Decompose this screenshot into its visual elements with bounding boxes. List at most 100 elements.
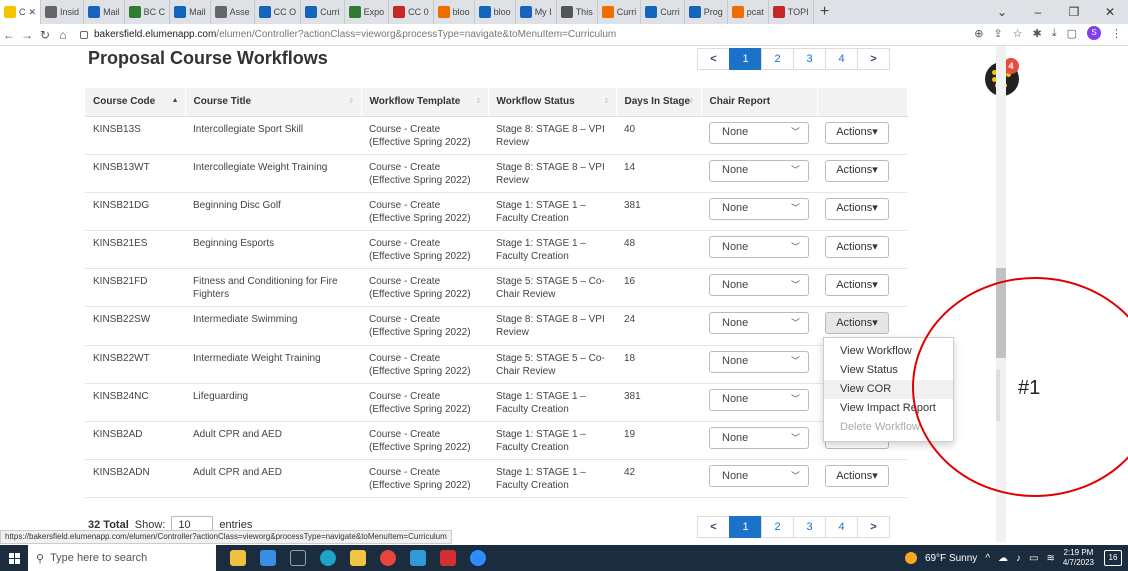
acrobat-icon[interactable] (440, 550, 456, 566)
actions-button[interactable]: Actions ▾ (825, 236, 889, 259)
chair-report-select[interactable]: None ﹀ (709, 427, 809, 449)
pagination-next-button[interactable]: > (857, 48, 890, 70)
minimize-icon[interactable]: – (1020, 5, 1056, 19)
column-header[interactable]: Course Code ▲ (85, 88, 186, 117)
home-icon[interactable]: ⌂ (54, 28, 72, 42)
browser-tab[interactable]: CC 0 (389, 0, 434, 24)
course-code-cell: KINSB22WT (85, 345, 185, 384)
tray-chevron-icon[interactable]: ^ (985, 553, 990, 564)
chair-report-select[interactable]: None ﹀ (709, 465, 809, 488)
browser-tab[interactable]: This (557, 0, 598, 24)
browser-tab[interactable]: CC O (255, 0, 302, 24)
workflow-status-cell: Stage 8: STAGE 8 – VPI Review (488, 116, 616, 155)
forward-icon[interactable]: → (18, 28, 36, 42)
edge-browser-icon[interactable] (320, 550, 336, 566)
back-icon[interactable]: ← (0, 28, 18, 42)
chair-report-select[interactable]: None ﹀ (709, 388, 809, 411)
maximize-icon[interactable]: ❐ (1056, 5, 1092, 19)
tab-favicon-icon (478, 6, 491, 18)
chair-report-select[interactable]: None ﹀ (709, 121, 809, 144)
pagination-page-button[interactable]: 1 (729, 48, 762, 70)
browser-tab[interactable]: TOPI (769, 0, 814, 24)
actions-button[interactable]: Actions ▾ (825, 159, 889, 182)
tab-search-icon[interactable]: ⌄ (984, 5, 1020, 19)
chair-report-select[interactable]: None ﹀ (709, 197, 809, 220)
reload-icon[interactable]: ↻ (36, 28, 54, 42)
pagination-page-button[interactable]: 1 (729, 516, 762, 538)
column-header[interactable]: Course Title ⇕ (185, 88, 362, 117)
weather-text[interactable]: 69°F Sunny (925, 553, 977, 564)
pagination-page-button[interactable]: 4 (825, 516, 858, 538)
new-tab-button[interactable]: + (814, 3, 836, 21)
actions-button[interactable]: Actions ▾ (825, 121, 889, 144)
browser-tab[interactable]: Asse (211, 0, 255, 24)
browser-tab[interactable]: Curri (301, 0, 345, 24)
start-button[interactable] (0, 552, 28, 564)
browser-tab[interactable]: pcat (728, 0, 769, 24)
file-explorer-icon[interactable] (350, 550, 366, 566)
pagination-prev-button[interactable]: < (697, 48, 730, 70)
chair-report-select[interactable]: None ﹀ (709, 159, 809, 182)
notification-center-icon[interactable]: 16 (1104, 550, 1122, 566)
taskbar-app-icon[interactable] (410, 550, 426, 566)
browser-tab[interactable]: Mail (84, 0, 125, 24)
column-header[interactable]: Workflow Template ⇕ (361, 88, 489, 117)
tab-favicon-icon (645, 6, 658, 18)
share-icon[interactable]: ⇪ (993, 27, 1002, 40)
actions-button[interactable]: Actions ▾ (825, 274, 889, 297)
menu-item-view-cor[interactable]: View COR (824, 380, 953, 399)
browser-tab[interactable]: Curri (598, 0, 642, 24)
page-scrollbar-thumb[interactable] (996, 268, 1006, 358)
zoom-app-icon[interactable] (470, 550, 486, 566)
taskbar-app-icon[interactable] (260, 550, 276, 566)
url-field[interactable]: bakersfield.elumenapp.com/elumen/Control… (80, 26, 960, 44)
taskbar-search[interactable]: ⚲ Type here to search (28, 545, 216, 571)
side-panel-icon[interactable]: ▢ (1067, 27, 1077, 40)
zoom-icon[interactable]: ⊕ (974, 27, 983, 40)
browser-tab[interactable]: BC C (125, 0, 171, 24)
pagination-next-button[interactable]: > (857, 516, 890, 538)
menu-item-view-impact-report[interactable]: View Impact Report (824, 399, 953, 418)
profile-avatar[interactable]: S (1087, 26, 1101, 40)
browser-tab[interactable]: Expo (345, 0, 390, 24)
pagination-page-button[interactable]: 3 (793, 48, 826, 70)
actions-button[interactable]: Actions ▾ (825, 465, 889, 488)
browser-tab[interactable]: Prog (685, 0, 728, 24)
close-window-icon[interactable]: ✕ (1092, 5, 1128, 19)
browser-tab[interactable]: bloo (475, 0, 516, 24)
volume-icon[interactable]: ♪ (1016, 553, 1021, 564)
task-view-icon[interactable] (290, 550, 306, 566)
chrome-browser-icon[interactable] (380, 550, 396, 566)
chair-report-select[interactable]: None ﹀ (709, 236, 809, 259)
browser-tab[interactable]: Mail (170, 0, 211, 24)
tab-close-icon[interactable]: ✕ (29, 7, 37, 18)
download-icon[interactable]: ⤓ (1052, 27, 1057, 40)
column-header[interactable]: Workflow Status ⇕ (488, 88, 617, 117)
actions-button[interactable]: Actions ▾ (825, 312, 889, 335)
pagination-page-button[interactable]: 2 (761, 48, 794, 70)
browser-tab[interactable]: Curri (641, 0, 685, 24)
pagination-prev-button[interactable]: < (697, 516, 730, 538)
chair-report-select[interactable]: None ﹀ (709, 312, 809, 335)
browser-tab[interactable]: My I (516, 0, 557, 24)
onedrive-icon[interactable]: ☁ (998, 553, 1008, 564)
menu-item-view-status[interactable]: View Status (824, 361, 953, 380)
chair-report-select[interactable]: None ﹀ (709, 274, 809, 297)
browser-menu-icon[interactable]: ⋮ (1111, 27, 1122, 40)
battery-icon[interactable]: ▭ (1029, 553, 1038, 564)
pagination-page-button[interactable]: 4 (825, 48, 858, 70)
menu-item-view-workflow[interactable]: View Workflow (824, 342, 953, 361)
chair-report-select[interactable]: None ﹀ (709, 350, 809, 373)
browser-tab[interactable]: C ✕ (0, 0, 42, 24)
wifi-icon[interactable]: ≋ (1046, 553, 1054, 564)
browser-tab[interactable]: bloo (434, 0, 475, 24)
pagination-page-button[interactable]: 3 (793, 516, 826, 538)
actions-button[interactable]: Actions ▾ (825, 197, 889, 220)
taskbar-app-icon[interactable] (230, 550, 246, 566)
pagination-page-button[interactable]: 2 (761, 516, 794, 538)
column-header[interactable]: Days In Stage ⇕ (616, 88, 702, 117)
extensions-icon[interactable]: ✱ (1033, 27, 1042, 40)
clock[interactable]: 2:19 PM 4/7/2023 (1063, 548, 1094, 568)
bookmark-star-icon[interactable]: ☆ (1013, 27, 1023, 40)
browser-tab[interactable]: Insid (41, 0, 85, 24)
